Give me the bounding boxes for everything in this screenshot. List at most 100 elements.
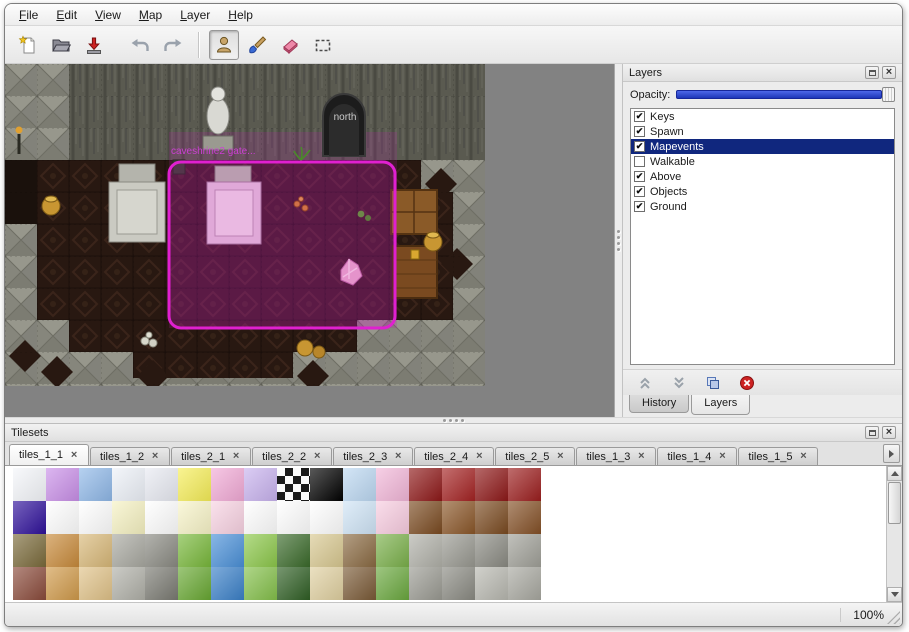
layer-visibility-checkbox[interactable]: [634, 141, 645, 152]
palette-tile[interactable]: [343, 534, 376, 567]
palette-tile[interactable]: [508, 534, 541, 567]
palette-tile[interactable]: [112, 468, 145, 501]
layer-visibility-checkbox[interactable]: [634, 111, 645, 122]
duplicate-layer-button[interactable]: [703, 373, 723, 393]
palette-tile[interactable]: [277, 534, 310, 567]
save-button[interactable]: [79, 30, 109, 60]
palette-tile[interactable]: [211, 534, 244, 567]
gold-pot-right[interactable]: [424, 232, 442, 251]
palette-tile[interactable]: [475, 534, 508, 567]
tileset-tab[interactable]: tiles_2_4: [414, 447, 494, 465]
palette-tile[interactable]: [310, 501, 343, 534]
palette-tile[interactable]: [178, 567, 211, 600]
tab-layers[interactable]: Layers: [691, 395, 750, 415]
palette-tile[interactable]: [343, 468, 376, 501]
palette-tile[interactable]: [310, 534, 343, 567]
rect-select-tool-button[interactable]: [308, 30, 338, 60]
palette-tile[interactable]: [13, 567, 46, 600]
palette-tile[interactable]: [112, 567, 145, 600]
map-render[interactable]: north: [5, 64, 485, 386]
tab-close-icon[interactable]: [717, 452, 727, 462]
palette-tile[interactable]: [244, 567, 277, 600]
palette-tile[interactable]: [244, 534, 277, 567]
palette-tile[interactable]: [475, 567, 508, 600]
palette-tile[interactable]: [277, 567, 310, 600]
opacity-slider-handle[interactable]: [882, 87, 895, 102]
layer-row[interactable]: Ground: [631, 199, 894, 214]
palette-tile[interactable]: [343, 567, 376, 600]
palette-tile[interactable]: [46, 567, 79, 600]
scroll-up-button[interactable]: [887, 466, 902, 481]
tileset-tab[interactable]: tiles_2_3: [333, 447, 413, 465]
event-selection-rect[interactable]: [169, 162, 395, 328]
palette-tile[interactable]: [310, 468, 343, 501]
palette-tile[interactable]: [112, 534, 145, 567]
tab-scroll-right-button[interactable]: [883, 444, 900, 463]
close-dock-button[interactable]: [882, 66, 896, 79]
palette-tile[interactable]: [211, 501, 244, 534]
tab-close-icon[interactable]: [231, 452, 241, 462]
layers-dock-titlebar[interactable]: Layers: [623, 64, 902, 82]
palette-tile[interactable]: [178, 468, 211, 501]
redo-button[interactable]: [158, 30, 188, 60]
palette-tile[interactable]: [442, 567, 475, 600]
palette-tile[interactable]: [376, 501, 409, 534]
palette-tile[interactable]: [376, 468, 409, 501]
palette-tile[interactable]: [79, 567, 112, 600]
crate[interactable]: [391, 190, 437, 234]
layer-visibility-checkbox[interactable]: [634, 126, 645, 137]
palette-tile[interactable]: [244, 501, 277, 534]
gold-pot-left[interactable]: [42, 196, 60, 215]
palette-tile[interactable]: [211, 567, 244, 600]
palette-tile[interactable]: [508, 468, 541, 501]
tab-close-icon[interactable]: [798, 452, 808, 462]
palette-tile[interactable]: [145, 501, 178, 534]
palette-tile[interactable]: [409, 501, 442, 534]
palette-tile[interactable]: [46, 534, 79, 567]
palette-tile[interactable]: [475, 501, 508, 534]
layer-row[interactable]: Spawn: [631, 124, 894, 139]
layer-visibility-checkbox[interactable]: [634, 171, 645, 182]
scrollbar-track[interactable]: [887, 525, 902, 587]
menu-map[interactable]: Map: [131, 6, 170, 24]
tileset-tab[interactable]: tiles_2_1: [171, 447, 251, 465]
palette-tile[interactable]: [409, 534, 442, 567]
palette-tile[interactable]: [13, 501, 46, 534]
palette-tile[interactable]: [343, 501, 376, 534]
palette-tile[interactable]: [310, 567, 343, 600]
palette-tile[interactable]: [442, 534, 475, 567]
menu-view[interactable]: View: [87, 6, 129, 24]
tileset-tab[interactable]: tiles_2_2: [252, 447, 332, 465]
layer-visibility-checkbox[interactable]: [634, 156, 645, 167]
palette-tile[interactable]: [79, 468, 112, 501]
tab-history[interactable]: History: [629, 395, 689, 413]
tilesets-dock-titlebar[interactable]: Tilesets: [5, 424, 902, 442]
layer-row[interactable]: Walkable: [631, 154, 894, 169]
layer-row[interactable]: Mapevents: [631, 139, 894, 154]
horizontal-splitter[interactable]: [5, 417, 902, 424]
palette-tile[interactable]: [79, 501, 112, 534]
palette-tile[interactable]: [442, 501, 475, 534]
eraser-tool-button[interactable]: [275, 30, 305, 60]
palette-tile[interactable]: [79, 534, 112, 567]
tab-close-icon[interactable]: [636, 452, 646, 462]
palette-tile[interactable]: [376, 534, 409, 567]
menu-help[interactable]: Help: [220, 6, 261, 24]
vertical-splitter[interactable]: [615, 64, 622, 417]
opacity-slider[interactable]: [676, 87, 895, 102]
open-file-button[interactable]: [46, 30, 76, 60]
tileset-tab[interactable]: tiles_1_2: [90, 447, 170, 465]
palette-tile[interactable]: [409, 468, 442, 501]
palette-tile[interactable]: [145, 567, 178, 600]
palette-tile[interactable]: [46, 468, 79, 501]
tab-close-icon[interactable]: [312, 452, 322, 462]
palette-tile[interactable]: [178, 534, 211, 567]
tab-close-icon[interactable]: [474, 452, 484, 462]
scrollbar-thumb[interactable]: [888, 482, 901, 524]
palette-tile[interactable]: [409, 567, 442, 600]
palette-tile[interactable]: [46, 501, 79, 534]
menu-file[interactable]: File: [11, 6, 46, 24]
palette-tile[interactable]: [376, 567, 409, 600]
palette-tile[interactable]: [475, 468, 508, 501]
tab-close-icon[interactable]: [150, 452, 160, 462]
